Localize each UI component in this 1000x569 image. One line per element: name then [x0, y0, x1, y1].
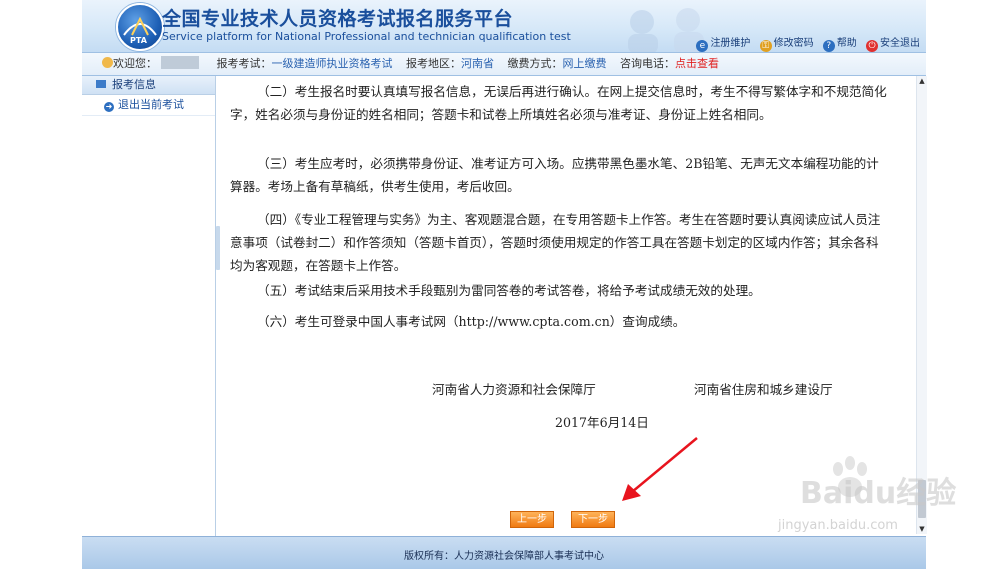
sidebar: 报考信息 ➜ 退出当前考试	[82, 76, 216, 536]
exam-value: 一级建造师执业资格考试	[271, 57, 393, 70]
sidebar-item-exit-exam[interactable]: ➜ 退出当前考试	[82, 95, 215, 116]
help-link[interactable]: ? 帮助	[822, 38, 857, 52]
username-masked	[161, 56, 199, 69]
welcome-label: 欢迎您：	[113, 57, 157, 70]
site-footer: 版权所有：人力资源社会保障部人事考试中心	[82, 536, 926, 569]
region-label: 报考地区：	[406, 57, 461, 70]
power-icon: ⏻	[866, 40, 878, 52]
key-icon: ⚿	[759, 40, 772, 52]
signatory: 河南省住房和城乡建设厅	[694, 382, 833, 397]
prev-step-button[interactable]: 上一步	[510, 511, 554, 528]
sidebar-header: 报考信息	[82, 76, 215, 95]
folder-icon	[96, 80, 106, 88]
region-value: 河南省	[461, 57, 494, 70]
site-header: PTA 全国专业技术人员资格考试报名服务平台 Service platform …	[82, 0, 926, 52]
exam-label: 报考考试：	[216, 57, 272, 70]
phone-label: 咨询电话：	[620, 57, 675, 70]
help-icon: ?	[822, 40, 835, 52]
signatory: 河南省人力资源和社会保障厅	[432, 382, 596, 397]
watermark-brand: Baidu经验	[800, 476, 957, 511]
site-logo: PTA	[116, 3, 164, 51]
vertical-scrollbar[interactable]: ▲ ▼	[916, 76, 927, 534]
arrow-right-icon: ➜	[104, 102, 114, 112]
register-icon: e	[696, 40, 709, 52]
scroll-up-icon[interactable]: ▲	[917, 76, 927, 86]
notice-date: 2017年6月14日	[555, 415, 649, 430]
payment-value: 网上缴费	[562, 57, 607, 70]
paragraph: （五）考试结束后采用技术手段甄别为雷同答卷的考试答卷，将给予考试成绩无效的处理。	[257, 283, 761, 298]
paragraph: （四）《专业工程管理与实务》为主、客观题混合题，在专用答题卡上作答。考生在答题时…	[230, 212, 881, 273]
payment-label: 缴费方式：	[507, 57, 563, 70]
site-title: 全国专业技术人员资格考试报名服务平台	[162, 8, 514, 30]
sidebar-collapse-handle[interactable]	[216, 226, 220, 270]
info-bar: 欢迎您： 报考考试：一级建造师执业资格考试 报考地区：河南省 缴费方式：网上缴费…	[82, 52, 926, 76]
phone-view-link[interactable]: 点击查看	[675, 57, 719, 70]
logout-link[interactable]: ⏻ 安全退出	[866, 38, 920, 52]
change-password-link[interactable]: ⚿ 修改密码	[759, 38, 814, 52]
scroll-down-icon[interactable]: ▼	[917, 524, 927, 534]
next-step-button[interactable]: 下一步	[571, 511, 615, 528]
site-subtitle: Service platform for National Profession…	[162, 30, 571, 43]
watermark-url: jingyan.baidu.com	[778, 518, 898, 533]
notice-content: （二）考生报名时要认真填写报名信息，无误后再进行确认。在网上提交信息时，考生不得…	[230, 76, 890, 532]
register-link[interactable]: e 注册维护	[696, 38, 750, 52]
user-icon	[102, 57, 113, 68]
paragraph: （三）考生应考时，必须携带身份证、准考证方可入场。应携带黑色墨水笔、2B铅笔、无…	[230, 156, 879, 194]
paragraph: （二）考生报名时要认真填写报名信息，无误后再进行确认。在网上提交信息时，考生不得…	[230, 84, 887, 122]
copyright-text: 版权所有：人力资源社会保障部人事考试中心	[404, 551, 604, 562]
svg-text:PTA: PTA	[130, 36, 148, 45]
paragraph: （六）考生可登录中国人事考试网（http://www.cpta.com.cn）查…	[257, 314, 686, 329]
top-links: e 注册维护 ⚿ 修改密码 ? 帮助 ⏻ 安全退出	[690, 34, 920, 52]
